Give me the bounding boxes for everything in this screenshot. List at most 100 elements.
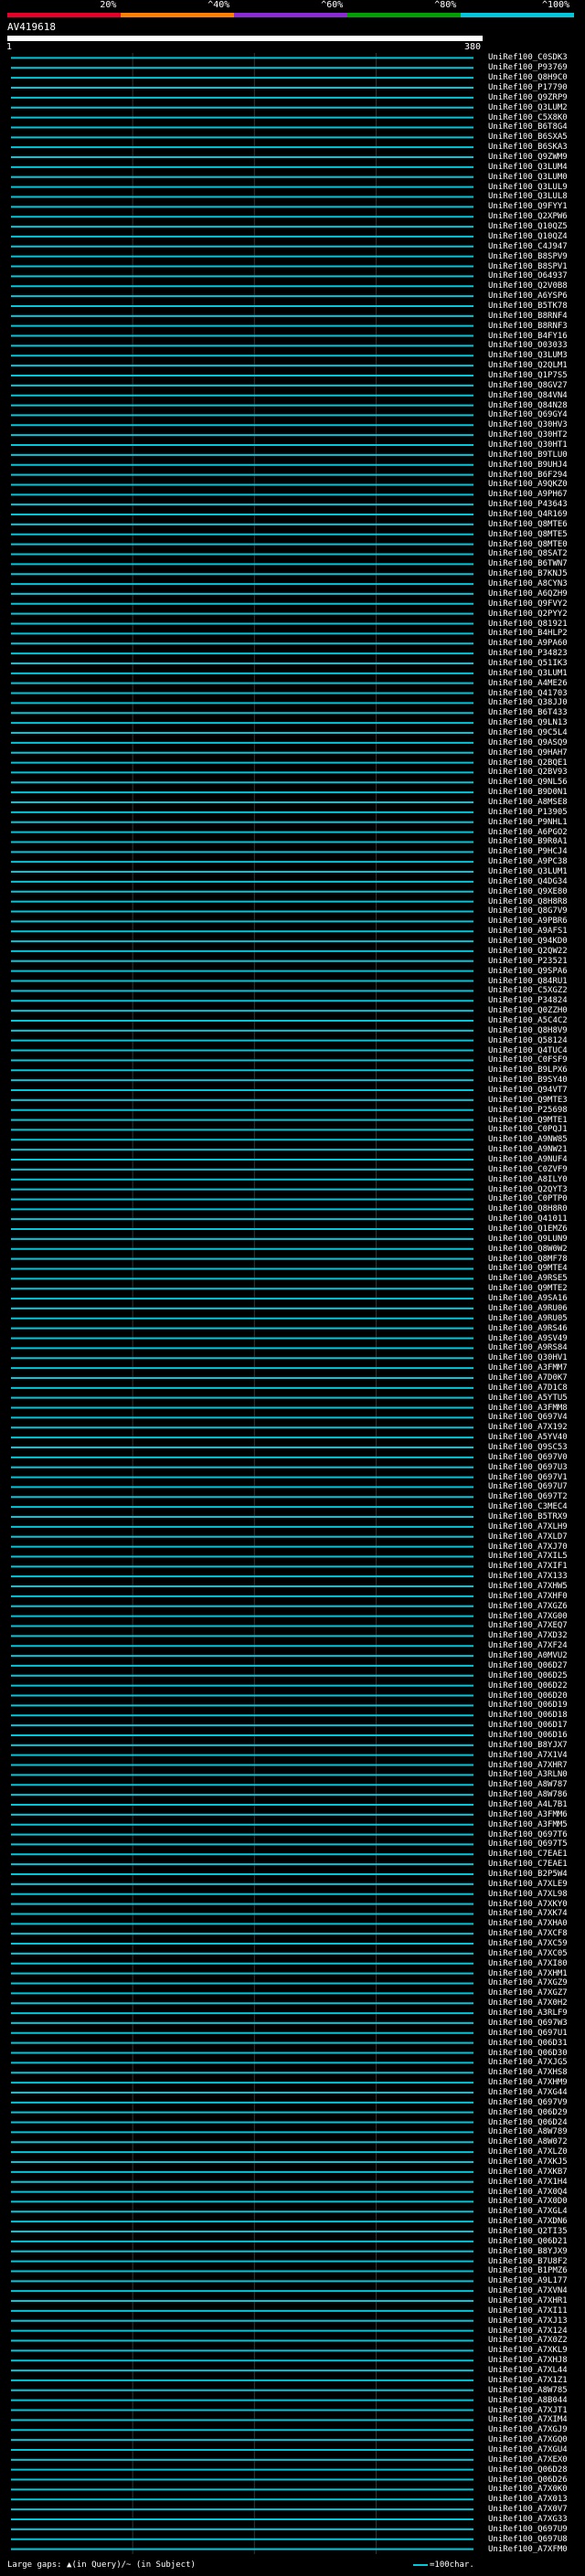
hit-label[interactable]: UniRef100_Q4TUC4 <box>488 1046 568 1055</box>
hit-label[interactable]: UniRef100_B8RNF4 <box>488 312 568 321</box>
hit-label[interactable]: UniRef100_Q9MTE2 <box>488 1284 568 1293</box>
hit-label[interactable]: UniRef100_B6F294 <box>488 471 568 480</box>
hit-label[interactable]: UniRef100_B8YJX7 <box>488 1741 568 1750</box>
hit-label[interactable]: UniRef100_Q30HV3 <box>488 420 568 429</box>
hit-label[interactable]: UniRef100_C0PQJ1 <box>488 1125 568 1134</box>
hit-label[interactable]: UniRef100_A7XHF0 <box>488 1592 568 1601</box>
hit-label[interactable]: UniRef100_Q06D16 <box>488 1731 568 1740</box>
hit-label[interactable]: UniRef100_A8W072 <box>488 2137 568 2147</box>
hit-label[interactable]: UniRef100_B6TWN7 <box>488 559 568 568</box>
hit-label[interactable]: UniRef100_A7X1H4 <box>488 2178 568 2187</box>
hit-label[interactable]: UniRef100_Q8H8R8 <box>488 897 568 906</box>
hit-label[interactable]: UniRef100_P34823 <box>488 649 568 658</box>
hit-label[interactable]: UniRef100_A7XHR1 <box>488 2296 568 2306</box>
hit-label[interactable]: UniRef100_Q3LUM4 <box>488 163 568 172</box>
hit-label[interactable]: UniRef100_A9SV49 <box>488 1334 568 1343</box>
hit-label[interactable]: UniRef100_Q9SC53 <box>488 1443 568 1452</box>
hit-label[interactable]: UniRef100_C0ZVF9 <box>488 1165 568 1174</box>
hit-label[interactable]: UniRef100_Q9LN13 <box>488 718 568 727</box>
hit-label[interactable]: UniRef100_Q10QZ4 <box>488 232 568 241</box>
hit-label[interactable]: UniRef100_Q06D18 <box>488 1711 568 1720</box>
hit-label[interactable]: UniRef100_A7XHM1 <box>488 1969 568 1978</box>
hit-label[interactable]: UniRef100_Q9MTE3 <box>488 1096 568 1105</box>
hit-label[interactable]: UniRef100_Q697W3 <box>488 2019 568 2028</box>
hit-label[interactable]: UniRef100_Q9FVY2 <box>488 599 568 609</box>
hit-label[interactable]: UniRef100_A6YSP6 <box>488 292 568 301</box>
hit-label[interactable]: UniRef100_Q3LUM3 <box>488 351 568 360</box>
hit-label[interactable]: UniRef100_Q38JJ0 <box>488 698 568 707</box>
hit-label[interactable]: UniRef100_A7X133 <box>488 1572 568 1581</box>
hit-label[interactable]: UniRef100_A8W786 <box>488 1790 568 1799</box>
hit-label[interactable]: UniRef100_A9PA60 <box>488 639 568 648</box>
hit-label[interactable]: UniRef100_P23521 <box>488 957 568 966</box>
hit-label[interactable]: UniRef100_A7XHM9 <box>488 2078 568 2087</box>
hit-label[interactable]: UniRef100_Q30HT2 <box>488 430 568 440</box>
hit-label[interactable]: UniRef100_A7XG33 <box>488 2515 568 2524</box>
hit-label[interactable]: UniRef100_Q9SPA6 <box>488 967 568 976</box>
hit-label[interactable]: UniRef100_Q2QW22 <box>488 947 568 956</box>
hit-label[interactable]: UniRef100_A8W789 <box>488 2127 568 2136</box>
hit-label[interactable]: UniRef100_B6T8G4 <box>488 122 568 132</box>
hit-label[interactable]: UniRef100_A4ME26 <box>488 679 568 688</box>
hit-label[interactable]: UniRef100_P13905 <box>488 808 568 817</box>
hit-label[interactable]: UniRef100_A7XIM4 <box>488 2415 568 2424</box>
hit-label[interactable]: UniRef100_A3FMM8 <box>488 1404 568 1413</box>
hit-label[interactable]: UniRef100_O03033 <box>488 341 568 350</box>
hit-label[interactable]: UniRef100_A7XKJ5 <box>488 2157 568 2167</box>
hit-label[interactable]: UniRef100_Q69GY4 <box>488 410 568 419</box>
hit-label[interactable]: UniRef100_Q8MTE6 <box>488 520 568 529</box>
hit-label[interactable]: UniRef100_Q8SAT2 <box>488 549 568 558</box>
hit-label[interactable]: UniRef100_Q3LUM1 <box>488 867 568 876</box>
hit-label[interactable]: UniRef100_A7XEX0 <box>488 2455 568 2465</box>
hit-label[interactable]: UniRef100_B9SY40 <box>488 1076 568 1085</box>
hit-label[interactable]: UniRef100_A7X0K0 <box>488 2485 568 2494</box>
hit-label[interactable]: UniRef100_Q697V4 <box>488 1413 568 1422</box>
hit-label[interactable]: UniRef100_Q06D22 <box>488 1681 568 1691</box>
hit-label[interactable]: UniRef100_A3FMM7 <box>488 1363 568 1373</box>
hit-label[interactable]: UniRef100_Q0ZZH0 <box>488 1006 568 1015</box>
hit-label[interactable]: UniRef100_Q697U3 <box>488 1463 568 1472</box>
hit-label[interactable]: UniRef100_A7XF24 <box>488 1641 568 1650</box>
hit-label[interactable]: UniRef100_Q8H8V9 <box>488 1026 568 1035</box>
hit-label[interactable]: UniRef100_A7XD32 <box>488 1631 568 1640</box>
hit-label[interactable]: UniRef100_Q9C5L4 <box>488 728 568 737</box>
hit-label[interactable]: UniRef100_A7XL44 <box>488 2366 568 2375</box>
hit-label[interactable]: UniRef100_Q10QZ5 <box>488 222 568 231</box>
hit-label[interactable]: UniRef100_A7X0H2 <box>488 1998 568 2008</box>
hit-label[interactable]: UniRef100_Q2BQE1 <box>488 758 568 768</box>
hit-label[interactable]: UniRef100_A7XLE9 <box>488 1880 568 1889</box>
hit-label[interactable]: UniRef100_P93769 <box>488 63 568 72</box>
hit-label[interactable]: UniRef100_Q8GV27 <box>488 381 568 390</box>
hit-label[interactable]: UniRef100_Q84RU1 <box>488 977 568 986</box>
hit-label[interactable]: UniRef100_Q06D31 <box>488 2039 568 2048</box>
hit-label[interactable]: UniRef100_Q30HT1 <box>488 440 568 450</box>
hit-label[interactable]: UniRef100_Q41011 <box>488 1214 568 1224</box>
hit-label[interactable]: UniRef100_A9RSE5 <box>488 1274 568 1283</box>
hit-label[interactable]: UniRef100_Q9MTE4 <box>488 1264 568 1273</box>
hit-label[interactable]: UniRef100_P9NHL1 <box>488 818 568 827</box>
hit-label[interactable]: UniRef100_A7X124 <box>488 2327 568 2336</box>
hit-label[interactable]: UniRef100_A7D0K7 <box>488 1373 568 1383</box>
hit-label[interactable]: UniRef100_A7XLD7 <box>488 1532 568 1542</box>
hit-label[interactable]: UniRef100_P25698 <box>488 1106 568 1115</box>
hit-label[interactable]: UniRef100_Q4R169 <box>488 510 568 519</box>
hit-label[interactable]: UniRef100_A7XVN4 <box>488 2286 568 2295</box>
hit-label[interactable]: UniRef100_Q9ZWM9 <box>488 153 568 162</box>
hit-label[interactable]: UniRef100_B5TK78 <box>488 302 568 311</box>
hit-label[interactable]: UniRef100_A8B044 <box>488 2396 568 2405</box>
hit-label[interactable]: UniRef100_Q94KD0 <box>488 937 568 946</box>
hit-label[interactable]: UniRef100_P43643 <box>488 500 568 509</box>
hit-label[interactable]: UniRef100_Q06D17 <box>488 1721 568 1730</box>
hit-label[interactable]: UniRef100_A7XK74 <box>488 1909 568 1918</box>
hit-label[interactable]: UniRef100_Q2XPW6 <box>488 212 568 221</box>
hit-label[interactable]: UniRef100_Q697T2 <box>488 1492 568 1501</box>
hit-label[interactable]: UniRef100_A6QZH9 <box>488 589 568 599</box>
hit-label[interactable]: UniRef100_Q697V0 <box>488 1453 568 1462</box>
hit-label[interactable]: UniRef100_B7U8F2 <box>488 2257 568 2266</box>
hit-label[interactable]: UniRef100_A7XHW5 <box>488 1582 568 1591</box>
hit-label[interactable]: UniRef100_Q8MTE5 <box>488 530 568 539</box>
hit-label[interactable]: UniRef100_A7X0V7 <box>488 2505 568 2514</box>
hit-label[interactable]: UniRef100_A7XJ70 <box>488 1542 568 1552</box>
hit-label[interactable]: UniRef100_B1PMZ6 <box>488 2266 568 2275</box>
hit-label[interactable]: UniRef100_C3MEC4 <box>488 1502 568 1511</box>
